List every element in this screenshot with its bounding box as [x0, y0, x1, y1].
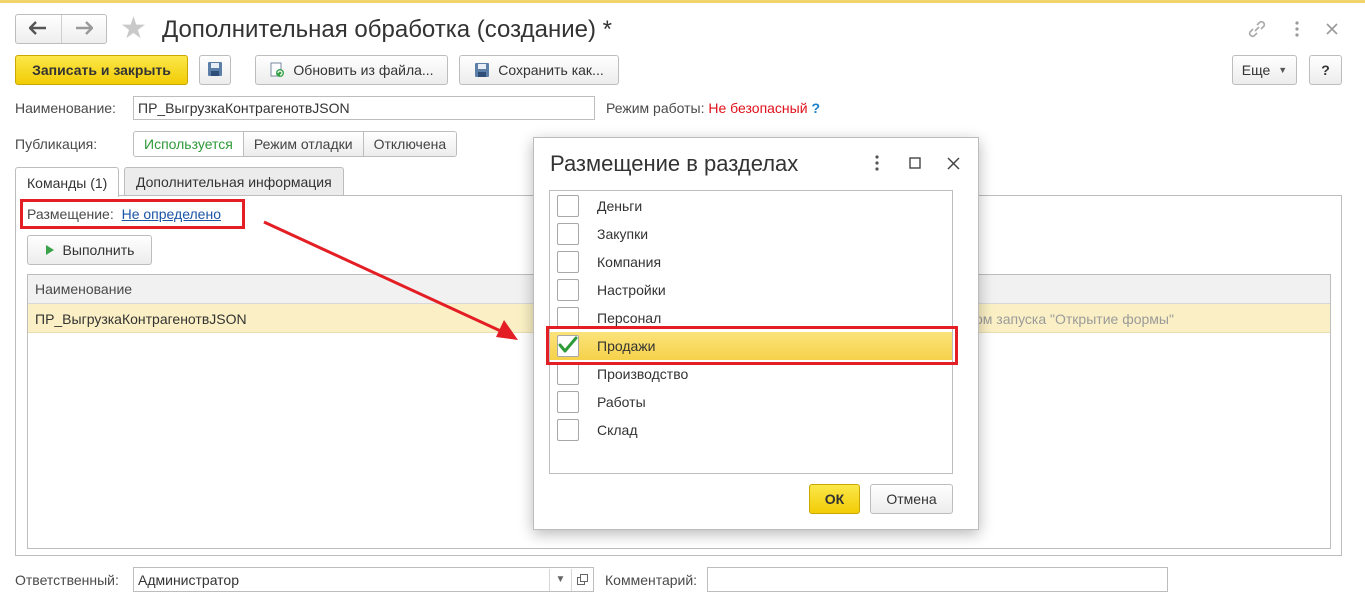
save-as-icon: [474, 62, 490, 78]
checkbox[interactable]: [557, 279, 579, 301]
publication-selector: Используется Режим отладки Отключена: [133, 131, 458, 157]
list-item[interactable]: Настройки: [550, 276, 952, 304]
more-label: Еще: [1241, 62, 1271, 78]
floppy-disk-icon: [207, 61, 223, 80]
link-icon[interactable]: [1244, 16, 1270, 42]
back-button[interactable]: [16, 15, 61, 43]
more-vertical-icon[interactable]: [1284, 16, 1310, 42]
tab-commands[interactable]: Команды (1): [15, 167, 120, 197]
update-from-file-button[interactable]: Обновить из файла...: [255, 55, 448, 85]
column-header-name[interactable]: Наименование: [35, 281, 132, 297]
mode-row: Режим работы: Не безопасный ?: [606, 100, 820, 116]
dropdown-arrow-icon[interactable]: ▼: [549, 568, 571, 591]
navigation-group: [15, 14, 107, 44]
name-label: Наименование:: [15, 100, 116, 116]
placement-highlight-frame: [20, 199, 245, 229]
list-item-label: Настройки: [597, 282, 666, 298]
list-item-label: Закупки: [597, 226, 649, 242]
help-button[interactable]: ?: [1309, 55, 1342, 85]
close-icon[interactable]: [1319, 16, 1345, 42]
window-top-border: [0, 0, 1365, 3]
tab-additional-info[interactable]: Дополнительная информация: [124, 167, 344, 196]
save-and-close-button[interactable]: Записать и закрыть: [15, 55, 188, 85]
file-refresh-icon: [269, 62, 285, 78]
cancel-button[interactable]: Отмена: [870, 484, 953, 514]
name-field[interactable]: ПР_ВыгрузкаКонтрагенотвJSON: [133, 96, 595, 120]
dialog-close-icon[interactable]: [942, 152, 964, 174]
publication-option-used[interactable]: Используется: [134, 132, 243, 156]
checkbox[interactable]: [557, 363, 579, 385]
list-item[interactable]: Компания: [550, 248, 952, 276]
checkbox[interactable]: [557, 391, 579, 413]
checkbox[interactable]: [557, 419, 579, 441]
list-item-label: Персонал: [597, 310, 662, 326]
favorite-star-icon[interactable]: ★: [120, 12, 147, 46]
forward-button[interactable]: [60, 15, 107, 43]
list-item[interactable]: Закупки: [550, 220, 952, 248]
list-item[interactable]: Склад: [550, 416, 952, 444]
save-as-label: Сохранить как...: [498, 62, 604, 78]
arrow-left-icon: [28, 20, 47, 38]
responsible-label: Ответственный:: [15, 572, 119, 588]
list-item[interactable]: Работы: [550, 388, 952, 416]
responsible-value: Администратор: [138, 571, 240, 588]
mode-value[interactable]: Не безопасный: [708, 100, 807, 116]
more-button[interactable]: Еще ▼: [1232, 55, 1297, 85]
mode-help-icon[interactable]: ?: [811, 100, 820, 116]
list-item-label: Деньги: [597, 198, 643, 214]
publication-label: Публикация:: [15, 136, 98, 152]
row-name-cell[interactable]: ПР_ВыгрузкаКонтрагенотвJSON: [35, 311, 247, 327]
dialog-maximize-icon[interactable]: [904, 152, 926, 174]
list-item-label: Производство: [597, 366, 689, 382]
save-as-button[interactable]: Сохранить как...: [459, 55, 619, 85]
selected-item-highlight-frame: [546, 326, 958, 365]
dialog-more-icon[interactable]: [866, 152, 888, 174]
mode-label: Режим работы:: [606, 100, 705, 116]
list-item[interactable]: Деньги: [550, 192, 952, 220]
list-item-label: Работы: [597, 394, 646, 410]
responsible-field[interactable]: Администратор ▼: [133, 567, 594, 592]
comment-field[interactable]: [707, 567, 1168, 592]
row-launch-cell[interactable]: ом запуска "Открытие формы": [975, 311, 1174, 327]
update-from-file-label: Обновить из файла...: [293, 62, 434, 78]
play-icon: [45, 244, 55, 256]
list-item-label: Компания: [597, 254, 662, 270]
execute-button[interactable]: Выполнить: [27, 235, 152, 265]
publication-option-debug[interactable]: Режим отладки: [242, 132, 363, 156]
save-button[interactable]: [199, 55, 231, 85]
open-icon[interactable]: [571, 568, 593, 591]
checkbox[interactable]: [557, 251, 579, 273]
checkbox[interactable]: [557, 195, 579, 217]
ok-button[interactable]: ОК: [809, 484, 860, 514]
comment-label: Комментарий:: [605, 572, 698, 588]
list-item-label: Склад: [597, 422, 638, 438]
checkbox[interactable]: [557, 223, 579, 245]
arrow-right-icon: [75, 20, 94, 38]
dropdown-arrow-icon: ▼: [1278, 65, 1288, 75]
execute-label: Выполнить: [62, 242, 135, 258]
publication-option-disabled[interactable]: Отключена: [362, 132, 457, 156]
dialog-title: Размещение в разделах: [550, 151, 799, 176]
window-title: Дополнительная обработка (создание) *: [162, 16, 612, 43]
